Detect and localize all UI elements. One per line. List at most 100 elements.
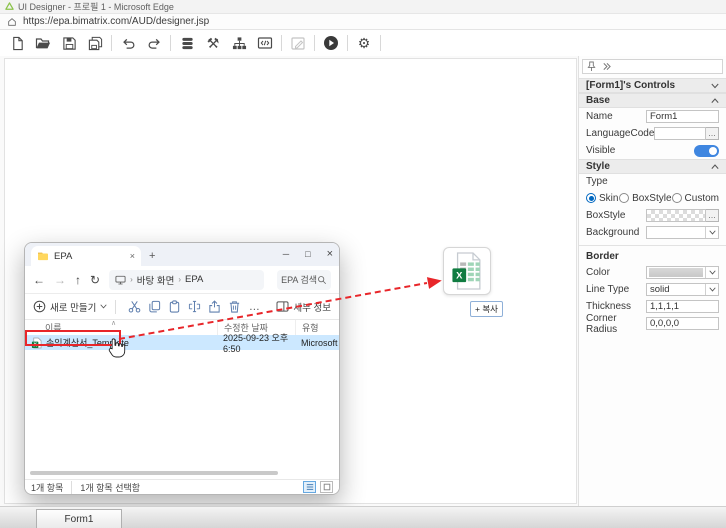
corner-radius-input[interactable]: 0,0,0,0: [646, 317, 719, 330]
border-color-label: Color: [586, 267, 646, 278]
panel-mini-toolbar: [582, 59, 723, 74]
controls-header[interactable]: [Form1]'s Controls: [579, 78, 726, 93]
rename-button[interactable]: [184, 300, 204, 313]
rename-icon: [188, 300, 201, 313]
visible-label: Visible: [586, 145, 646, 156]
section-style[interactable]: Style: [579, 159, 726, 174]
tools-button[interactable]: ⚒: [200, 33, 226, 53]
browser-urlbar[interactable]: https://epa.bimatrix.com/AUD/designer.js…: [0, 14, 726, 30]
settings-button[interactable]: ⚙: [351, 33, 377, 53]
radio-skin[interactable]: Skin: [586, 193, 619, 204]
undo-button[interactable]: [115, 33, 141, 53]
column-modified[interactable]: 수정한 날짜: [217, 320, 295, 335]
save-all-button[interactable]: [82, 33, 108, 53]
code-window-icon: [257, 35, 273, 51]
horizontal-scrollbar[interactable]: [30, 471, 278, 475]
new-tab-button[interactable]: +: [149, 246, 155, 266]
languagecode-more-button[interactable]: …: [706, 127, 719, 140]
radio-custom[interactable]: Custom: [672, 193, 719, 204]
script-button[interactable]: [252, 33, 278, 53]
item-count: 1개 항목: [31, 481, 63, 494]
url-text: https://epa.bimatrix.com/AUD/designer.js…: [23, 16, 209, 27]
radio-skin-label: Skin: [599, 193, 618, 204]
boxstyle-swatch[interactable]: [646, 209, 706, 222]
cut-button[interactable]: [124, 300, 144, 313]
pin-icon[interactable]: [587, 61, 596, 72]
column-name[interactable]: 이름: [25, 321, 217, 334]
copy-icon: [148, 300, 161, 313]
breadcrumb-chevron: ›: [178, 275, 181, 284]
forward-button[interactable]: →: [54, 273, 66, 287]
copy-button[interactable]: [144, 300, 164, 313]
explorer-status-bar: 1개 항목 1개 항목 선택함: [25, 479, 339, 494]
languagecode-label: LanguageCode: [586, 128, 654, 139]
app-window: UI Designer - 프로필 1 - Microsoft Edge htt…: [0, 0, 726, 528]
save-button[interactable]: [56, 33, 82, 53]
edit-button-disabled[interactable]: [285, 33, 311, 53]
icons-view-button[interactable]: [320, 481, 333, 493]
details-pane-label: 세부 정보: [293, 300, 331, 314]
delete-button[interactable]: [224, 300, 244, 313]
form1-tab[interactable]: Form1: [36, 509, 122, 528]
chevron-down-icon: [100, 304, 107, 309]
explorer-tab-epa[interactable]: EPA ×: [31, 246, 141, 266]
address-bar[interactable]: › 바탕 화면 › EPA: [109, 270, 264, 290]
refresh-button[interactable]: ↻: [90, 273, 100, 287]
share-icon: [208, 300, 221, 313]
trash-icon: [228, 300, 241, 313]
maximize-button[interactable]: □: [305, 249, 310, 259]
boxstyle-more-button[interactable]: …: [706, 209, 719, 222]
column-type[interactable]: 유형: [295, 320, 339, 335]
run-button[interactable]: [318, 33, 344, 53]
explorer-tabstrip: EPA × + ─ □ ×: [25, 243, 339, 266]
line-type-label: Line Type: [586, 284, 646, 295]
search-box[interactable]: EPA 검색: [277, 270, 331, 290]
details-pane-button[interactable]: 세부 정보: [276, 300, 331, 314]
tab-close-icon[interactable]: ×: [130, 251, 135, 261]
plus-circle-icon: [33, 300, 46, 313]
breadcrumb-epa[interactable]: EPA: [185, 274, 203, 285]
background-select[interactable]: [646, 226, 719, 239]
border-color-select[interactable]: [646, 266, 719, 279]
play-icon: [323, 35, 339, 51]
close-button[interactable]: ×: [327, 248, 333, 260]
details-view-button[interactable]: [303, 481, 316, 493]
languagecode-input[interactable]: [654, 127, 706, 140]
radio-custom-circle: [672, 193, 682, 203]
open-button[interactable]: [30, 33, 56, 53]
section-base[interactable]: Base: [579, 93, 726, 108]
new-item-button[interactable]: 새로 만들기: [33, 300, 107, 314]
file-row-selected[interactable]: X 손익계산서_Template 2025-09-23 오후 6:50 Micr…: [25, 335, 339, 350]
visible-row: Visible: [579, 142, 726, 159]
visible-toggle[interactable]: [694, 145, 719, 157]
excel-control-dropped[interactable]: X: [443, 247, 491, 295]
paste-button[interactable]: [164, 300, 184, 313]
radio-skin-circle: [586, 193, 596, 203]
command-separator: [115, 300, 116, 314]
line-type-select[interactable]: solid: [646, 283, 719, 296]
type-row: Type: [579, 174, 726, 189]
hierarchy-button[interactable]: [226, 33, 252, 53]
up-button[interactable]: ↑: [75, 273, 81, 287]
new-item-label: 새로 만들기: [50, 300, 96, 314]
name-input[interactable]: Form1: [646, 110, 719, 123]
collapse-panel-icon[interactable]: [602, 62, 611, 71]
back-button[interactable]: ←: [33, 273, 45, 287]
copy-drop-badge: + 복사: [470, 301, 503, 317]
gear-icon: ⚙: [358, 35, 371, 52]
breadcrumb-desktop[interactable]: 바탕 화면: [137, 273, 175, 287]
database-button[interactable]: [174, 33, 200, 53]
redo-button[interactable]: [141, 33, 167, 53]
name-row: Name Form1: [579, 108, 726, 125]
share-button[interactable]: [204, 300, 224, 313]
chevron-down-icon: [709, 270, 716, 275]
minimize-button[interactable]: ─: [283, 249, 289, 259]
open-folder-icon: [35, 35, 51, 51]
edit-icon: [290, 35, 306, 51]
chevron-down-icon: [709, 287, 716, 292]
more-options-button[interactable]: …: [244, 301, 264, 313]
radio-boxstyle[interactable]: BoxStyle: [619, 193, 671, 204]
new-document-button[interactable]: [4, 33, 30, 53]
toolbar-separator: [347, 35, 348, 51]
thickness-input[interactable]: 1,1,1,1: [646, 300, 719, 313]
